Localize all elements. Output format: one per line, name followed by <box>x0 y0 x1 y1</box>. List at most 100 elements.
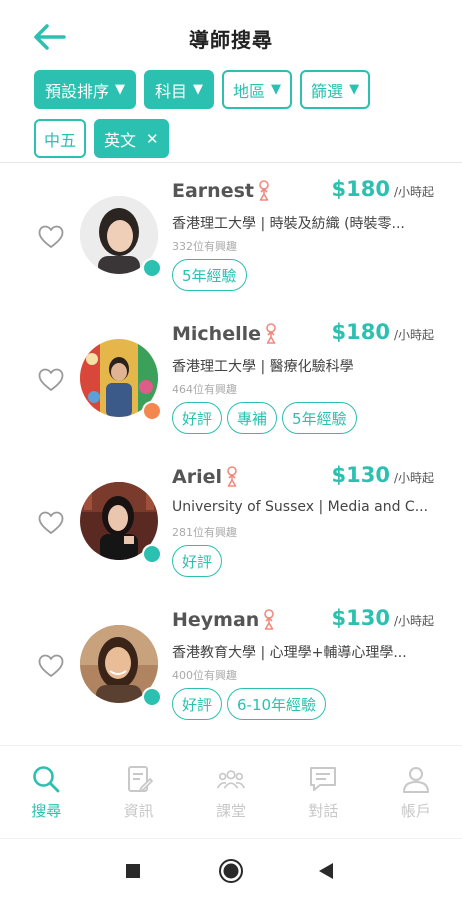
chevron-down-icon: ▼ <box>271 82 282 97</box>
chevron-down-icon: ▼ <box>193 82 204 97</box>
interest-count: 332位有興趣 <box>172 240 237 253</box>
tag-badge: 6-10年經驗 <box>227 688 327 720</box>
document-edit-icon <box>127 766 153 792</box>
user-icon <box>402 767 429 793</box>
online-status-dot <box>142 544 162 564</box>
grade-filter-chip[interactable]: 中五 <box>34 119 87 158</box>
tutor-name[interactable]: Heyman <box>172 609 259 631</box>
female-icon <box>259 180 269 201</box>
tag-list: 5年經驗 <box>172 259 247 291</box>
female-icon <box>264 609 275 630</box>
price: $130 /小時起 <box>332 463 435 487</box>
nav-label: 對話 <box>308 802 339 820</box>
heart-icon[interactable] <box>38 654 64 678</box>
district-dropdown-label: 地區 <box>233 81 266 101</box>
tag-badge: 5年經驗 <box>172 259 247 291</box>
tutor-name[interactable]: Ariel <box>172 466 222 488</box>
tutor-card[interactable]: Michelle $180 /小時起 香港理工大學 | 醫療化驗科學 464位有… <box>0 306 462 449</box>
price-value: $180 <box>331 320 390 344</box>
nav-label: 課堂 <box>216 802 247 820</box>
online-status-dot <box>142 687 162 707</box>
heart-icon[interactable] <box>38 511 64 535</box>
price-unit: /小時起 <box>393 328 434 342</box>
price-value: $130 <box>331 463 390 487</box>
online-status-dot <box>142 258 162 278</box>
subject-filter-label: 英文 <box>104 130 137 150</box>
nav-item-info[interactable]: 資訊 <box>92 746 184 837</box>
tag-list: 好評 專補 5年經驗 <box>172 402 357 434</box>
tutor-card[interactable]: Earnest $180 /小時起 香港理工大學 | 時裝及紡織 (時裝零...… <box>0 163 462 306</box>
price: $130 /小時起 <box>332 606 435 630</box>
nav-item-search[interactable]: 搜尋 <box>0 746 92 837</box>
app-header: 導師搜尋 <box>0 0 462 70</box>
subject-dropdown[interactable]: 科目 ▼ <box>144 70 215 109</box>
tutor-list[interactable]: Earnest $180 /小時起 香港理工大學 | 時裝及紡織 (時裝零...… <box>0 163 462 735</box>
female-icon <box>266 323 276 344</box>
nav-item-chat[interactable]: 對話 <box>277 746 369 837</box>
recent-apps-icon[interactable] <box>125 863 141 879</box>
nav-label: 搜尋 <box>31 802 62 820</box>
price-unit: /小時起 <box>393 471 434 485</box>
group-icon <box>216 770 246 789</box>
nav-label: 帳戶 <box>400 802 431 820</box>
name-row: Michelle <box>172 322 278 346</box>
tutor-school: 香港教育大學 | 心理學+輔導心理學... <box>172 645 407 661</box>
interest-count: 400位有興趣 <box>172 669 237 682</box>
tag-list: 好評 6-10年經驗 <box>172 688 327 720</box>
price-value: $180 <box>331 177 390 201</box>
grade-filter-label: 中五 <box>44 130 77 150</box>
heart-icon[interactable] <box>38 368 64 392</box>
price-value: $130 <box>331 606 390 630</box>
tutor-school: 香港理工大學 | 時裝及紡織 (時裝零... <box>172 216 405 232</box>
sort-dropdown-label: 預設排序 <box>45 81 110 101</box>
tag-badge: 好評 <box>172 688 223 720</box>
sort-dropdown[interactable]: 預設排序 ▼ <box>34 70 137 109</box>
heart-icon[interactable] <box>38 225 64 249</box>
name-row: Earnest <box>172 179 271 203</box>
chat-icon <box>310 767 337 791</box>
filter-dropdown-row: 預設排序 ▼ 科目 ▼ 地區 ▼ 篩選 ▼ <box>34 70 454 109</box>
filter-bar: 預設排序 ▼ 科目 ▼ 地區 ▼ 篩選 ▼ 中五 英文 ✕ <box>34 70 454 168</box>
search-icon <box>33 766 60 793</box>
back-icon[interactable] <box>318 862 334 880</box>
active-filter-row: 中五 英文 ✕ <box>34 119 454 158</box>
offline-status-dot <box>142 401 162 421</box>
system-nav-bar <box>0 838 462 900</box>
price: $180 /小時起 <box>332 177 435 201</box>
tutor-school: University of Sussex | Media and C... <box>172 499 429 515</box>
female-icon <box>227 466 237 487</box>
price-unit: /小時起 <box>393 614 434 628</box>
tag-list: 好評 <box>172 545 223 577</box>
filter-dropdown[interactable]: 篩選 ▼ <box>300 70 371 109</box>
tag-badge: 好評 <box>172 402 223 434</box>
tag-badge: 好評 <box>172 545 223 577</box>
avatar[interactable] <box>80 625 162 707</box>
tutor-card[interactable]: Heyman $130 /小時起 香港教育大學 | 心理學+輔導心理學... 4… <box>0 592 462 735</box>
interest-count: 281位有興趣 <box>172 526 237 539</box>
tag-badge: 專補 <box>227 402 278 434</box>
tutor-name[interactable]: Michelle <box>172 323 261 345</box>
price-unit: /小時起 <box>393 185 434 199</box>
subject-filter-chip[interactable]: 英文 ✕ <box>94 119 169 158</box>
tag-badge: 5年經驗 <box>282 402 357 434</box>
nav-item-account[interactable]: 帳戶 <box>370 746 462 837</box>
nav-item-lessons[interactable]: 課堂 <box>185 746 277 837</box>
avatar[interactable] <box>80 339 162 421</box>
subject-dropdown-label: 科目 <box>155 81 188 101</box>
district-dropdown[interactable]: 地區 ▼ <box>222 70 293 109</box>
avatar[interactable] <box>80 196 162 278</box>
home-icon[interactable] <box>218 858 244 884</box>
name-row: Ariel <box>172 465 239 489</box>
name-row: Heyman <box>172 608 276 632</box>
tutor-school: 香港理工大學 | 醫療化驗科學 <box>172 359 354 375</box>
tutor-name[interactable]: Earnest <box>172 180 254 202</box>
price: $180 /小時起 <box>332 320 435 344</box>
interest-count: 464位有興趣 <box>172 383 237 396</box>
page-title: 導師搜尋 <box>189 28 273 52</box>
nav-label: 資訊 <box>123 802 154 820</box>
tutor-card[interactable]: Ariel $130 /小時起 University of Sussex | M… <box>0 449 462 592</box>
bottom-nav: 搜尋 資訊 課堂 對話 帳戶 <box>0 745 462 837</box>
close-icon[interactable]: ✕ <box>146 130 159 148</box>
chevron-down-icon: ▼ <box>115 82 126 97</box>
avatar[interactable] <box>80 482 162 564</box>
